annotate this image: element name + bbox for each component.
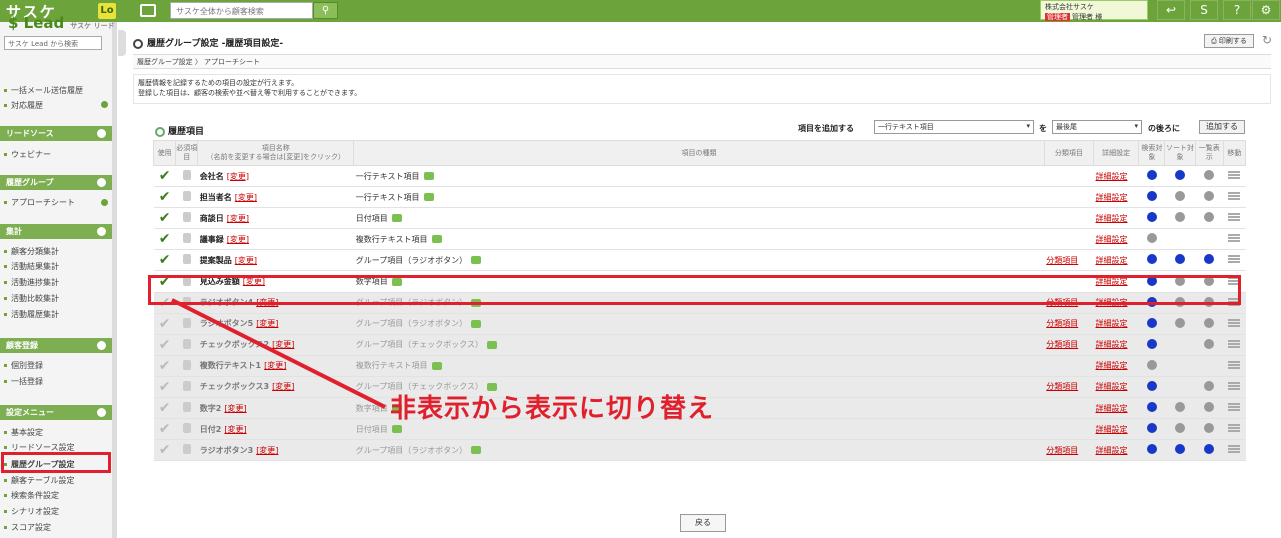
back-button[interactable]: 戻る [680, 514, 726, 532]
annotation-arrow [171, 298, 386, 409]
